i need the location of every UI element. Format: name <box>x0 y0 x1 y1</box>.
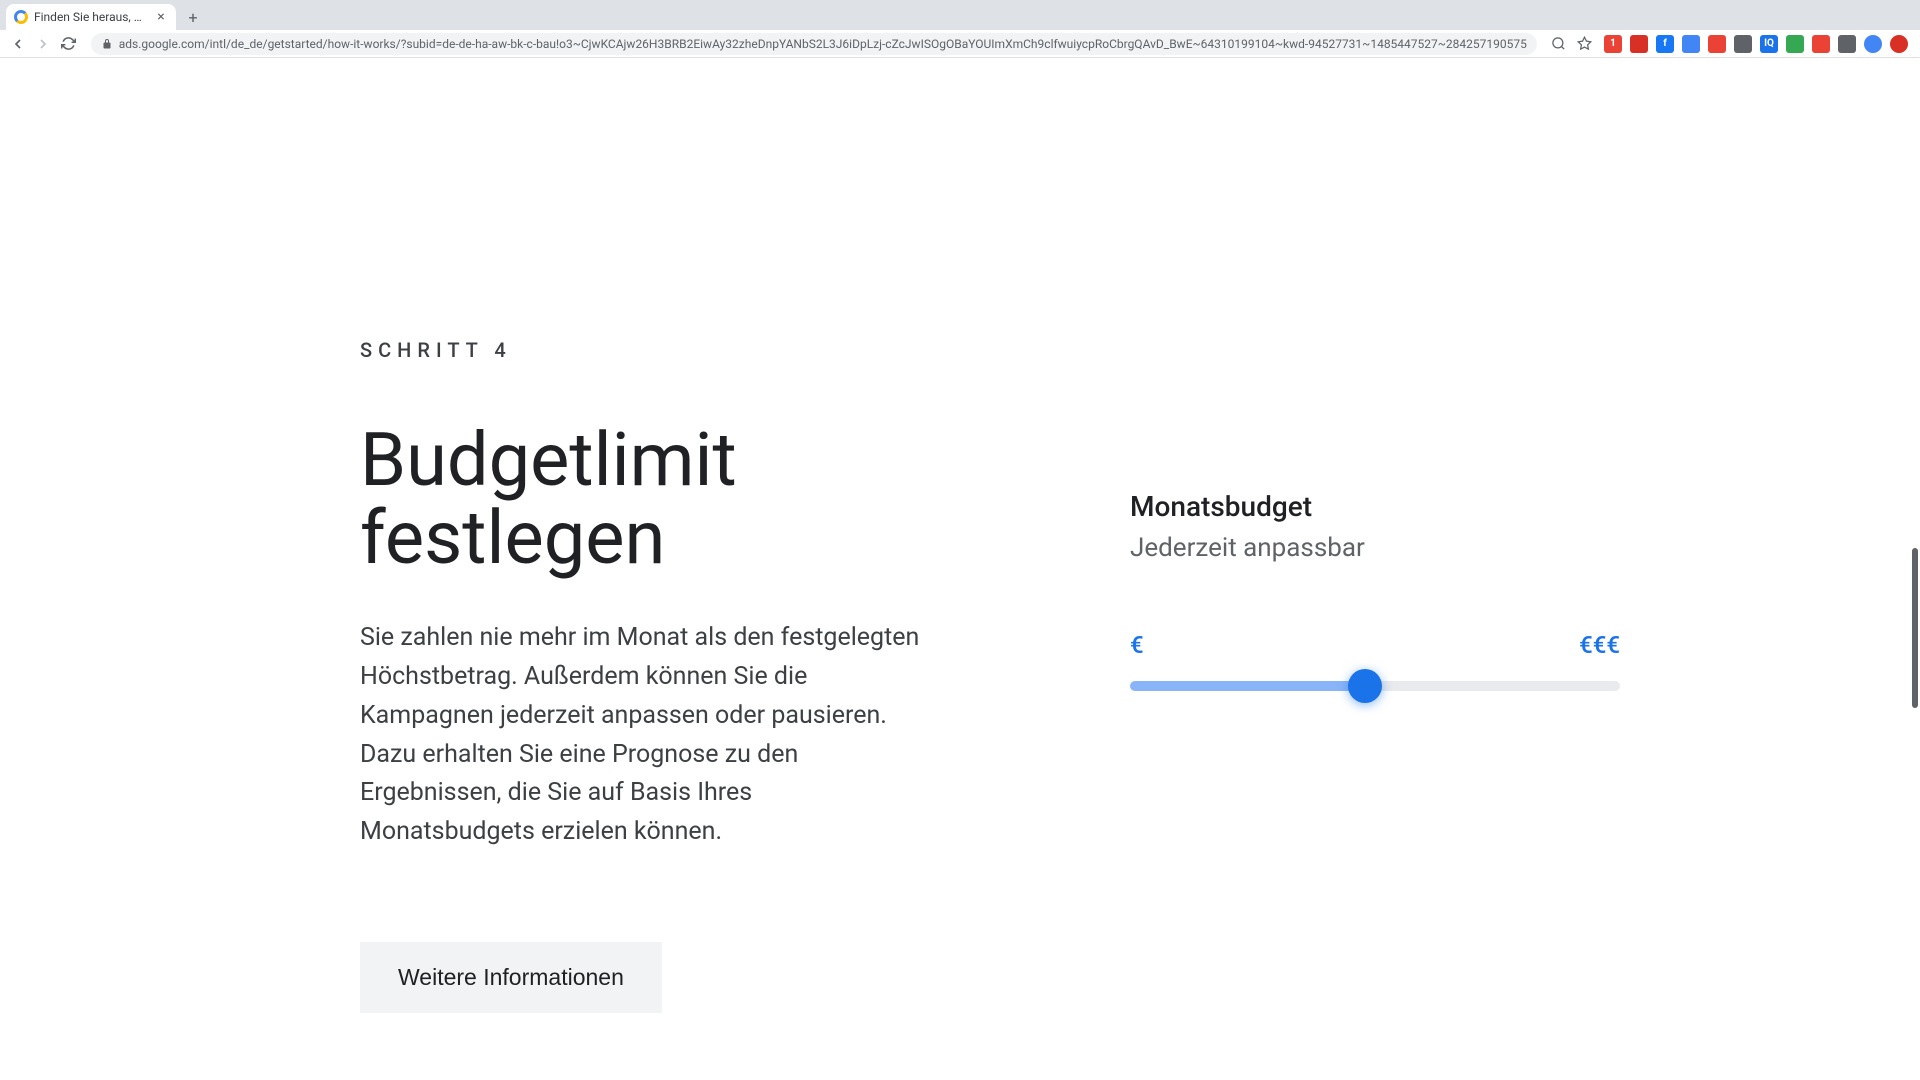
widget-subtitle: Jederzeit anpassbar <box>1130 533 1620 563</box>
slider-thumb[interactable] <box>1348 669 1382 703</box>
ext-icon-3[interactable]: f <box>1656 35 1674 53</box>
ext-icon-1[interactable]: 1 <box>1604 35 1622 53</box>
scrollbar[interactable] <box>1912 548 1918 708</box>
browser-tab[interactable]: Finden Sie heraus, wie Sie mi × <box>6 4 176 30</box>
zoom-icon[interactable] <box>1549 34 1569 54</box>
ads-favicon <box>14 10 28 24</box>
page-content: SCHRITT 4 Budgetlimit festlegen Sie zahl… <box>0 58 1920 1080</box>
tab-title: Finden Sie heraus, wie Sie mi <box>34 10 148 24</box>
slider-max-label: €€€ <box>1579 631 1620 659</box>
slider-labels: € €€€ <box>1130 631 1620 659</box>
budget-slider[interactable] <box>1130 681 1620 691</box>
browser-toolbar: ads.google.com/intl/de_de/getstarted/how… <box>0 30 1920 58</box>
ext-icon-6[interactable] <box>1734 35 1752 53</box>
ext-icon-9[interactable] <box>1812 35 1830 53</box>
step-label: SCHRITT 4 <box>360 338 930 362</box>
extensions-area: 1 f IQ <box>1600 35 1912 53</box>
back-button[interactable] <box>8 34 28 54</box>
ext-icon-11[interactable] <box>1864 35 1882 53</box>
forward-button[interactable] <box>34 34 54 54</box>
page-heading: Budgetlimit festlegen <box>360 422 930 577</box>
lock-icon <box>101 38 113 50</box>
widget-title: Monatsbudget <box>1130 490 1620 523</box>
ext-icon-5[interactable] <box>1708 35 1726 53</box>
address-bar[interactable]: ads.google.com/intl/de_de/getstarted/how… <box>91 33 1537 55</box>
url-text: ads.google.com/intl/de_de/getstarted/how… <box>119 37 1527 51</box>
reload-button[interactable] <box>59 34 79 54</box>
text-column: SCHRITT 4 Budgetlimit festlegen Sie zahl… <box>360 338 930 1013</box>
new-tab-button[interactable]: + <box>182 6 204 28</box>
budget-widget: Monatsbudget Jederzeit anpassbar € €€€ <box>1130 338 1620 1013</box>
browser-chrome: Finden Sie heraus, wie Sie mi × + ads.go… <box>0 0 1920 58</box>
more-info-button[interactable]: Weitere Informationen <box>360 942 662 1013</box>
ext-icon-10[interactable] <box>1838 35 1856 53</box>
description-text: Sie zahlen nie mehr im Monat als den fes… <box>360 619 930 852</box>
ext-icon-2[interactable] <box>1630 35 1648 53</box>
tab-strip: Finden Sie heraus, wie Sie mi × + <box>0 0 1920 30</box>
slider-fill <box>1130 681 1365 691</box>
ext-icon-8[interactable] <box>1786 35 1804 53</box>
slider-min-label: € <box>1130 631 1144 659</box>
ext-icon-4[interactable] <box>1682 35 1700 53</box>
ext-icon-12[interactable] <box>1890 35 1908 53</box>
close-tab-icon[interactable]: × <box>154 10 168 24</box>
star-icon[interactable] <box>1574 34 1594 54</box>
ext-icon-7[interactable]: IQ <box>1760 35 1778 53</box>
